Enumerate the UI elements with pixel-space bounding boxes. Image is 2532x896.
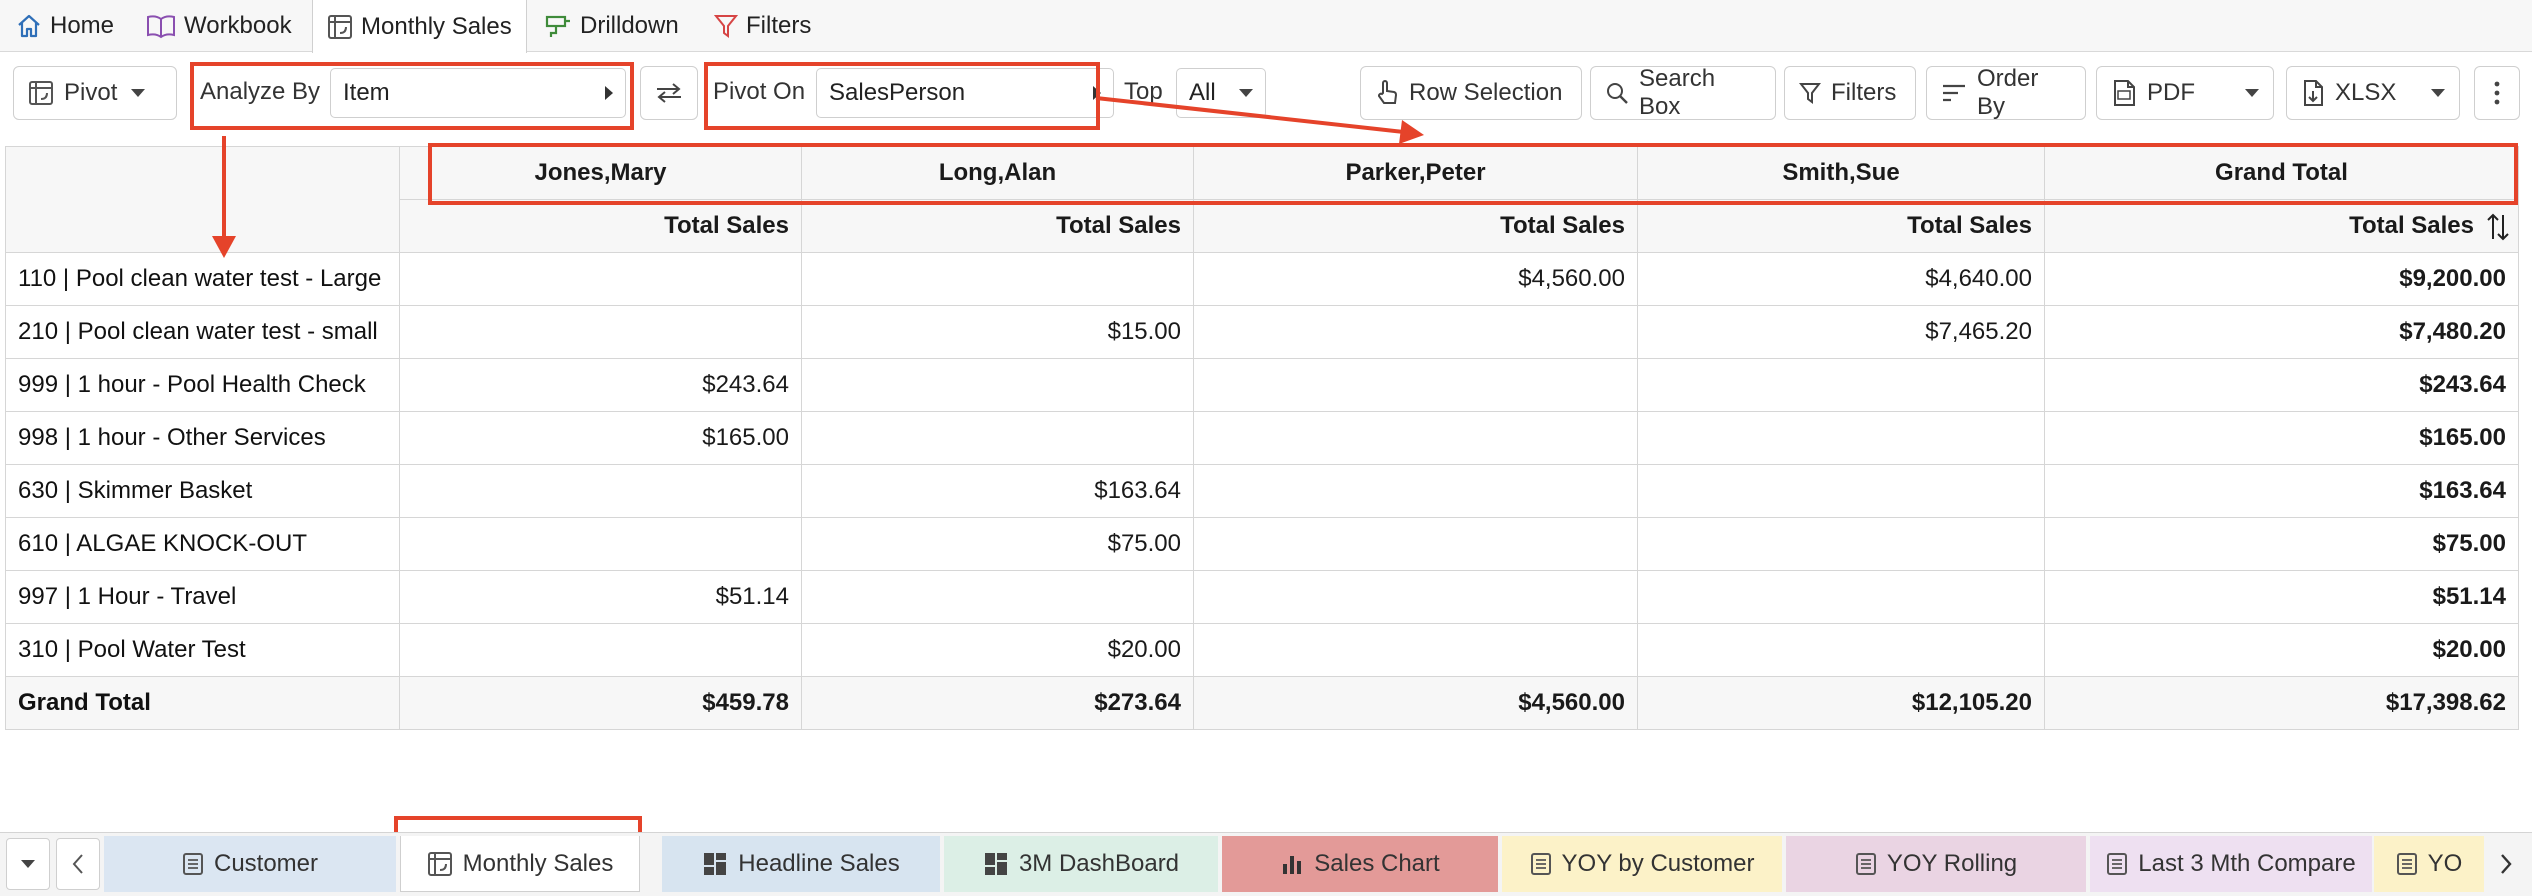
bar-chart-icon xyxy=(1280,852,1304,876)
chevron-right-icon xyxy=(2499,852,2513,876)
sheet-tab-label: Last 3 Mth Compare xyxy=(2138,850,2356,877)
sheet-tab-label: YOY Rolling xyxy=(1886,850,2018,877)
sheet-tab[interactable]: Headline Sales xyxy=(662,836,940,892)
list-icon xyxy=(182,852,204,876)
sheet-tab-label: 3M DashBoard xyxy=(1018,850,1180,877)
sheet-tab-label: Sales Chart xyxy=(1314,850,1440,877)
sheet-tab[interactable]: YO xyxy=(2374,836,2484,892)
sheet-tab[interactable]: 3M DashBoard xyxy=(944,836,1218,892)
sheet-tab-label: Customer xyxy=(213,850,319,877)
sheet-tab-label: YOY by Customer xyxy=(1561,850,1755,877)
dashboard-icon xyxy=(983,851,1009,877)
sheet-tab-label: YO xyxy=(2427,850,2463,877)
list-icon xyxy=(1855,852,1877,876)
sheet-tab-label: Headline Sales xyxy=(738,850,900,877)
list-icon xyxy=(2106,852,2128,876)
dashboard-icon xyxy=(702,851,728,877)
sheet-tab[interactable]: Last 3 Mth Compare xyxy=(2090,836,2372,892)
pivot-icon xyxy=(427,851,453,877)
sheet-tab[interactable]: Customer xyxy=(104,836,396,892)
list-icon xyxy=(2396,852,2418,876)
chevron-left-icon xyxy=(71,852,85,876)
sheet-menu-button[interactable] xyxy=(6,838,50,890)
annotation-arrows xyxy=(212,96,1424,258)
sheet-tab[interactable]: Monthly Sales xyxy=(400,836,640,892)
sheet-scroll-left-button[interactable] xyxy=(56,838,100,890)
list-icon xyxy=(1530,852,1552,876)
sheet-tab[interactable]: YOY Rolling xyxy=(1786,836,2086,892)
sheet-tab[interactable]: Sales Chart xyxy=(1222,836,1498,892)
sheet-tab[interactable]: YOY by Customer xyxy=(1502,836,1782,892)
chevron-down-icon xyxy=(21,860,35,868)
sheet-scroll-right-button[interactable] xyxy=(2484,838,2528,890)
sheet-tab-label: Monthly Sales xyxy=(462,849,614,877)
